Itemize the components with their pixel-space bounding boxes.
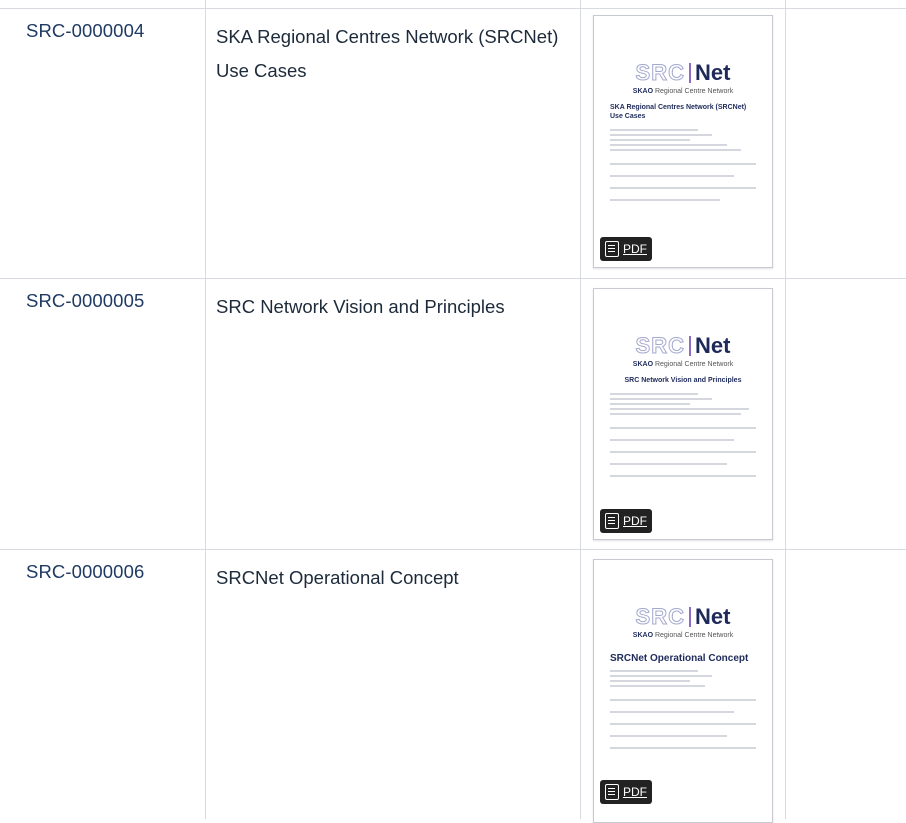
logo-subtitle: SKAO Regional Centre Network	[632, 361, 734, 368]
document-id-link[interactable]: SRC-0000004	[26, 20, 144, 42]
preview-doc-title: SKA Regional Centres Network (SRCNet) Us…	[610, 104, 747, 120]
document-title: SKA Regional Centres Network (SRCNet) Us…	[216, 26, 559, 81]
pdf-download-button[interactable]: PDF	[600, 780, 652, 804]
table-row: SRC-0000005 SRC Network Vision and Princ…	[0, 278, 906, 549]
document-title: SRC Network Vision and Principles	[216, 296, 505, 317]
srcnet-logo: SRC Net	[635, 60, 731, 86]
document-id-link[interactable]: SRC-0000005	[26, 290, 144, 312]
pdf-preview-thumbnail[interactable]: SRC Net SKAO Regional Centre Network SRC …	[593, 288, 773, 540]
logo-subtitle: SKAO Regional Centre Network	[632, 88, 734, 95]
document-icon	[605, 241, 619, 257]
pdf-preview-thumbnail[interactable]: SRC Net SKAO Regional Centre Network SKA …	[593, 15, 773, 268]
pdf-download-button[interactable]: PDF	[600, 237, 652, 261]
preview-body-text	[610, 670, 756, 749]
table-row: SRC-0000004 SKA Regional Centres Network…	[0, 8, 906, 278]
preview-doc-title: SRC Network Vision and Principles	[624, 377, 742, 384]
pdf-preview-thumbnail[interactable]: SRC Net SKAO Regional Centre Network SRCN…	[593, 559, 773, 823]
document-title: SRCNet Operational Concept	[216, 567, 459, 588]
document-icon	[605, 784, 619, 800]
srcnet-logo: SRC Net	[635, 604, 731, 630]
documents-table: SRC-0000004 SKA Regional Centres Network…	[0, 0, 906, 823]
document-icon	[605, 513, 619, 529]
preview-body-text	[610, 393, 756, 477]
document-id-link[interactable]: SRC-0000006	[26, 561, 144, 583]
pdf-download-button[interactable]: PDF	[600, 509, 652, 533]
logo-subtitle: SKAO Regional Centre Network	[632, 632, 734, 639]
preview-doc-title: SRCNet Operational Concept	[610, 653, 749, 664]
srcnet-logo: SRC Net	[635, 333, 731, 359]
preview-body-text	[610, 129, 756, 201]
table-row: SRC-0000006 SRCNet Operational Concept S…	[0, 549, 906, 823]
